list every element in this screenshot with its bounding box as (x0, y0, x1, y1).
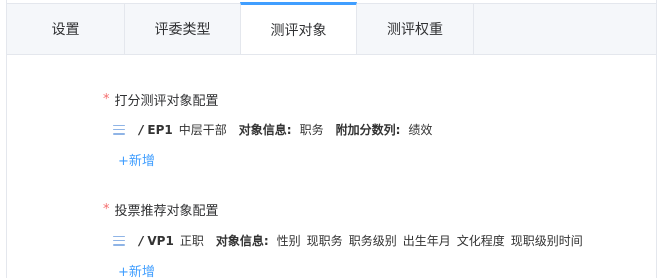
tab-judge-types[interactable]: 评委类型 (125, 4, 241, 54)
object-info-value: 文化程度 (456, 234, 505, 248)
section-title: * 打分测评对象配置 (103, 90, 219, 109)
drag-handle-icon[interactable] (113, 235, 125, 246)
object-name: 正职 (179, 234, 204, 248)
add-scoring-object-button[interactable]: +新增 (118, 150, 155, 169)
object-info-value: 职务 (299, 123, 324, 137)
extra-score-label: 附加分数列: (335, 123, 401, 137)
list-item: / EP1 中层干部 对象信息: 职务 附加分数列: 绩效 (113, 121, 444, 138)
list-item: / VP1 正职 对象信息: 性别 现职务 职务级别 出生年月 文化程度 现职级… (113, 232, 589, 249)
config-panel: 设置 评委类型 测评对象 测评权重 * 打分测评对象配置 / EP1 中层干部 … (6, 0, 657, 280)
edit-icon[interactable]: / (139, 234, 143, 248)
object-info-value: 出生年月 (402, 234, 451, 248)
edit-icon[interactable]: / (139, 123, 143, 137)
vote-object-section: * 投票推荐对象配置 (103, 200, 219, 219)
object-info-value: 现职级别时间 (510, 234, 583, 248)
object-code: EP1 (147, 122, 173, 137)
drag-handle-icon[interactable] (113, 124, 125, 135)
extra-score-value: 绩效 (408, 123, 433, 137)
add-vote-object-button[interactable]: +新增 (118, 261, 155, 280)
section-title-text: 打分测评对象配置 (114, 94, 219, 109)
required-mark: * (103, 202, 110, 217)
section-title: * 投票推荐对象配置 (103, 200, 219, 219)
object-info-value: 职务级别 (348, 234, 397, 248)
scoring-object-section: * 打分测评对象配置 (103, 90, 219, 109)
tab-evaluation-weights[interactable]: 测评权重 (357, 4, 474, 54)
required-mark: * (103, 92, 110, 107)
object-code: VP1 (147, 233, 174, 248)
tab-evaluation-objects[interactable]: 测评对象 (240, 2, 357, 54)
object-info-value: 性别 (276, 234, 301, 248)
tab-settings[interactable]: 设置 (7, 4, 125, 54)
section-title-text: 投票推荐对象配置 (114, 204, 219, 219)
object-info-label: 对象信息: (238, 123, 292, 137)
tab-bar: 设置 评委类型 测评对象 测评权重 (7, 2, 656, 55)
object-info-value: 现职务 (306, 234, 343, 248)
object-name: 中层干部 (178, 123, 227, 137)
object-info-label: 对象信息: (215, 234, 269, 248)
